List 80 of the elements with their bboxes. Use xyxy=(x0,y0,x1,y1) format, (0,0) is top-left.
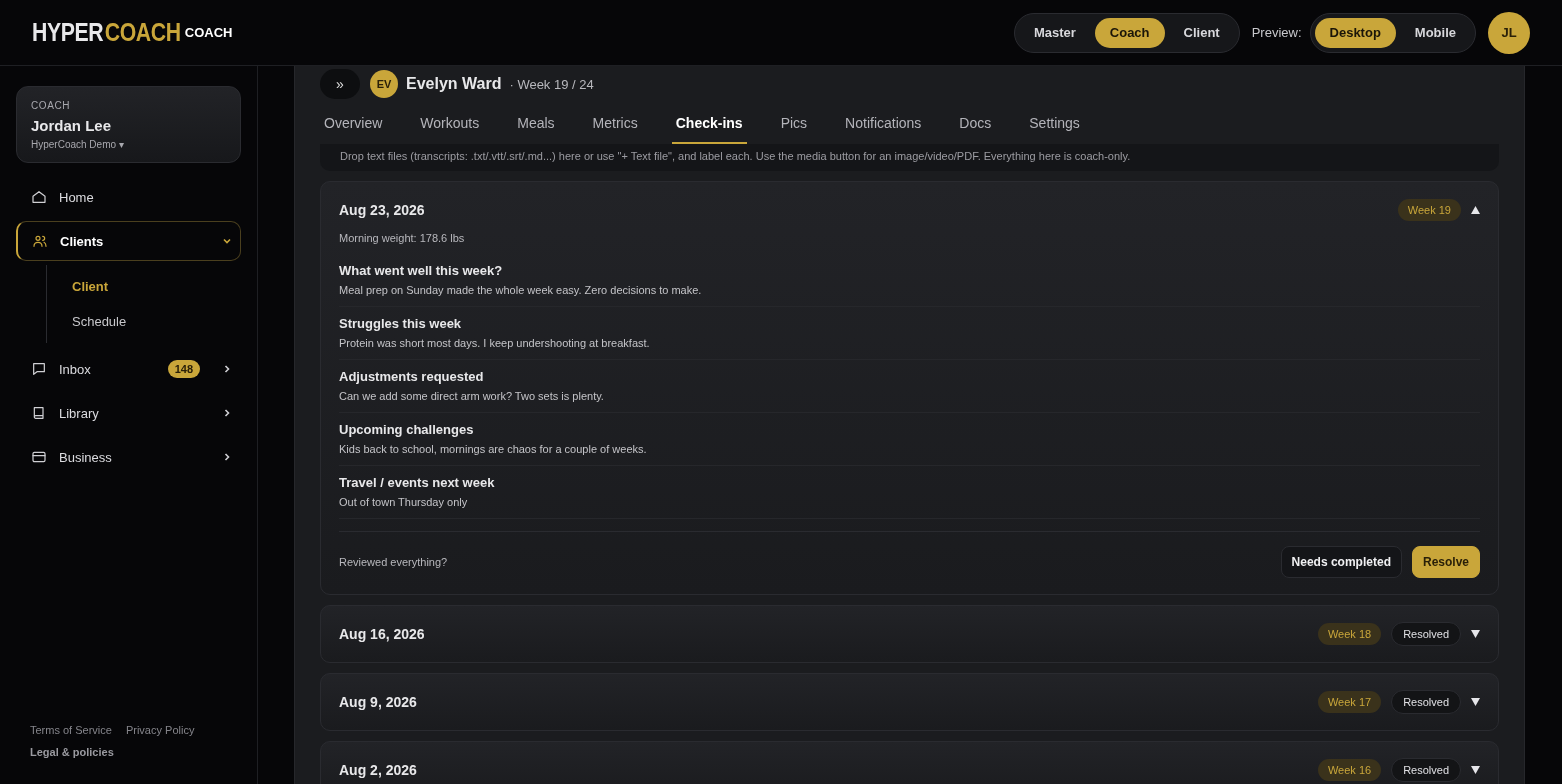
tab[interactable]: Docs xyxy=(955,104,996,144)
week-tag: Week 18 xyxy=(1317,623,1382,645)
checkin-date: Aug 16, 2026 xyxy=(339,626,426,642)
question: Travel / events next week xyxy=(339,475,496,490)
organization-name: HyperCoach Demo ▾ xyxy=(31,139,125,150)
chevron-right-icon[interactable] xyxy=(222,364,232,374)
tab[interactable]: Overview xyxy=(320,104,387,144)
card-icon xyxy=(31,449,47,465)
answer: Kids back to school, mornings are chaos for a couple of weeks. xyxy=(339,443,648,455)
sidebar-subitem[interactable]: Client xyxy=(47,269,241,304)
preview-option[interactable]: Desktop xyxy=(1314,17,1396,48)
role-option[interactable]: Coach xyxy=(1094,17,1165,48)
review-prompt: Reviewed everything? xyxy=(339,556,449,568)
status-tag: Resolved xyxy=(1391,622,1461,646)
answer: Can we add some direct arm work? Two sets is plenty. xyxy=(339,390,605,402)
checkin-date: Aug 2, 2026 xyxy=(339,762,418,778)
expand-button[interactable]: » xyxy=(320,69,360,99)
coach-name: Jordan Lee xyxy=(31,117,113,134)
preview-label: Preview: xyxy=(1251,25,1302,40)
expand-triangle-icon[interactable] xyxy=(1471,698,1480,706)
tab[interactable]: Metrics xyxy=(588,104,642,144)
expand-triangle-icon[interactable] xyxy=(1471,766,1480,774)
question: Struggles this week xyxy=(339,316,463,331)
answer: Protein was short most days. I keep undershooting at breakfast. xyxy=(339,337,651,349)
resolve-button[interactable]: Resolve xyxy=(1411,546,1480,578)
coach-card[interactable]: COACH Jordan Lee HyperCoach Demo ▾ xyxy=(16,86,241,163)
sidebar-item-label: Library xyxy=(59,405,100,421)
sidebar-item[interactable]: Inbox 148 xyxy=(16,349,241,389)
footer-link[interactable]: Terms of Service xyxy=(30,724,112,736)
question: Adjustments requested xyxy=(339,369,485,384)
question: What went well this week? xyxy=(339,263,504,278)
client-name: Evelyn Ward xyxy=(406,75,502,93)
preview-option[interactable]: Mobile xyxy=(1399,17,1471,48)
needs-completed-button[interactable]: Needs completed xyxy=(1280,546,1402,578)
sidebar-item[interactable]: Home xyxy=(16,177,241,217)
sidebar-item[interactable]: Business xyxy=(16,437,241,477)
logo: HYPERCOACH xyxy=(32,18,181,47)
sidebar-item-label: Home xyxy=(59,189,95,205)
status-tag: Resolved xyxy=(1391,690,1461,714)
morning-weight: Morning weight: 178.6 lbs xyxy=(339,232,466,244)
tab[interactable]: Meals xyxy=(513,104,559,144)
sidebar-item-label: Business xyxy=(59,449,113,465)
week-label: · Week 19 / 24 xyxy=(509,76,594,92)
drop-hint: Drop text files (transcripts: .txt/.vtt/.srt/.md...) here or use "+ Text file", and label each. Use the media button for an image/video/PDF. Everything here is coach-only. xyxy=(320,144,1499,171)
question: Upcoming challenges xyxy=(339,422,475,437)
sidebar-item-label: Inbox xyxy=(59,361,92,377)
status-tag: Resolved xyxy=(1391,758,1461,782)
answer: Out of town Thursday only xyxy=(339,496,469,508)
coach-caption: COACH xyxy=(31,100,72,111)
chevron-right-icon[interactable] xyxy=(222,408,232,418)
checkin-date: Aug 23, 2026 xyxy=(339,202,426,218)
client-avatar: EV xyxy=(370,70,398,98)
footer-link[interactable]: Legal & policies xyxy=(30,746,114,758)
tab[interactable]: Notifications xyxy=(841,104,926,144)
tab[interactable]: Pics xyxy=(776,104,812,144)
sidebar-subitem[interactable]: Schedule xyxy=(47,304,241,339)
footer-link[interactable]: Privacy Policy xyxy=(125,724,195,736)
users-icon xyxy=(32,233,48,249)
week-tag: Week 16 xyxy=(1317,759,1382,781)
chat-icon xyxy=(31,361,47,377)
collapse-triangle-icon[interactable] xyxy=(1471,206,1480,214)
sidebar-item-label: Clients xyxy=(60,233,105,249)
user-avatar[interactable]: JL xyxy=(1488,11,1530,54)
tab[interactable]: Workouts xyxy=(416,104,484,144)
book-icon xyxy=(31,405,47,421)
chevron-right-icon[interactable] xyxy=(222,452,232,462)
week-tag: Week 19 xyxy=(1397,199,1461,221)
home-icon xyxy=(31,189,47,205)
tab[interactable]: Settings xyxy=(1025,104,1084,144)
role-option[interactable]: Client xyxy=(1168,17,1235,48)
role-label: COACH xyxy=(184,25,233,40)
week-tag: Week 17 xyxy=(1317,691,1382,713)
count-badge: 148 xyxy=(167,360,200,378)
sidebar-item[interactable]: Clients xyxy=(16,221,241,261)
answer: Meal prep on Sunday made the whole week easy. Zero decisions to make. xyxy=(339,284,703,296)
sidebar-item[interactable]: Library xyxy=(16,393,241,433)
chevron-down-icon[interactable] xyxy=(222,236,232,246)
checkin-date: Aug 9, 2026 xyxy=(339,694,418,710)
role-option[interactable]: Master xyxy=(1018,17,1091,48)
expand-triangle-icon[interactable] xyxy=(1471,630,1480,638)
